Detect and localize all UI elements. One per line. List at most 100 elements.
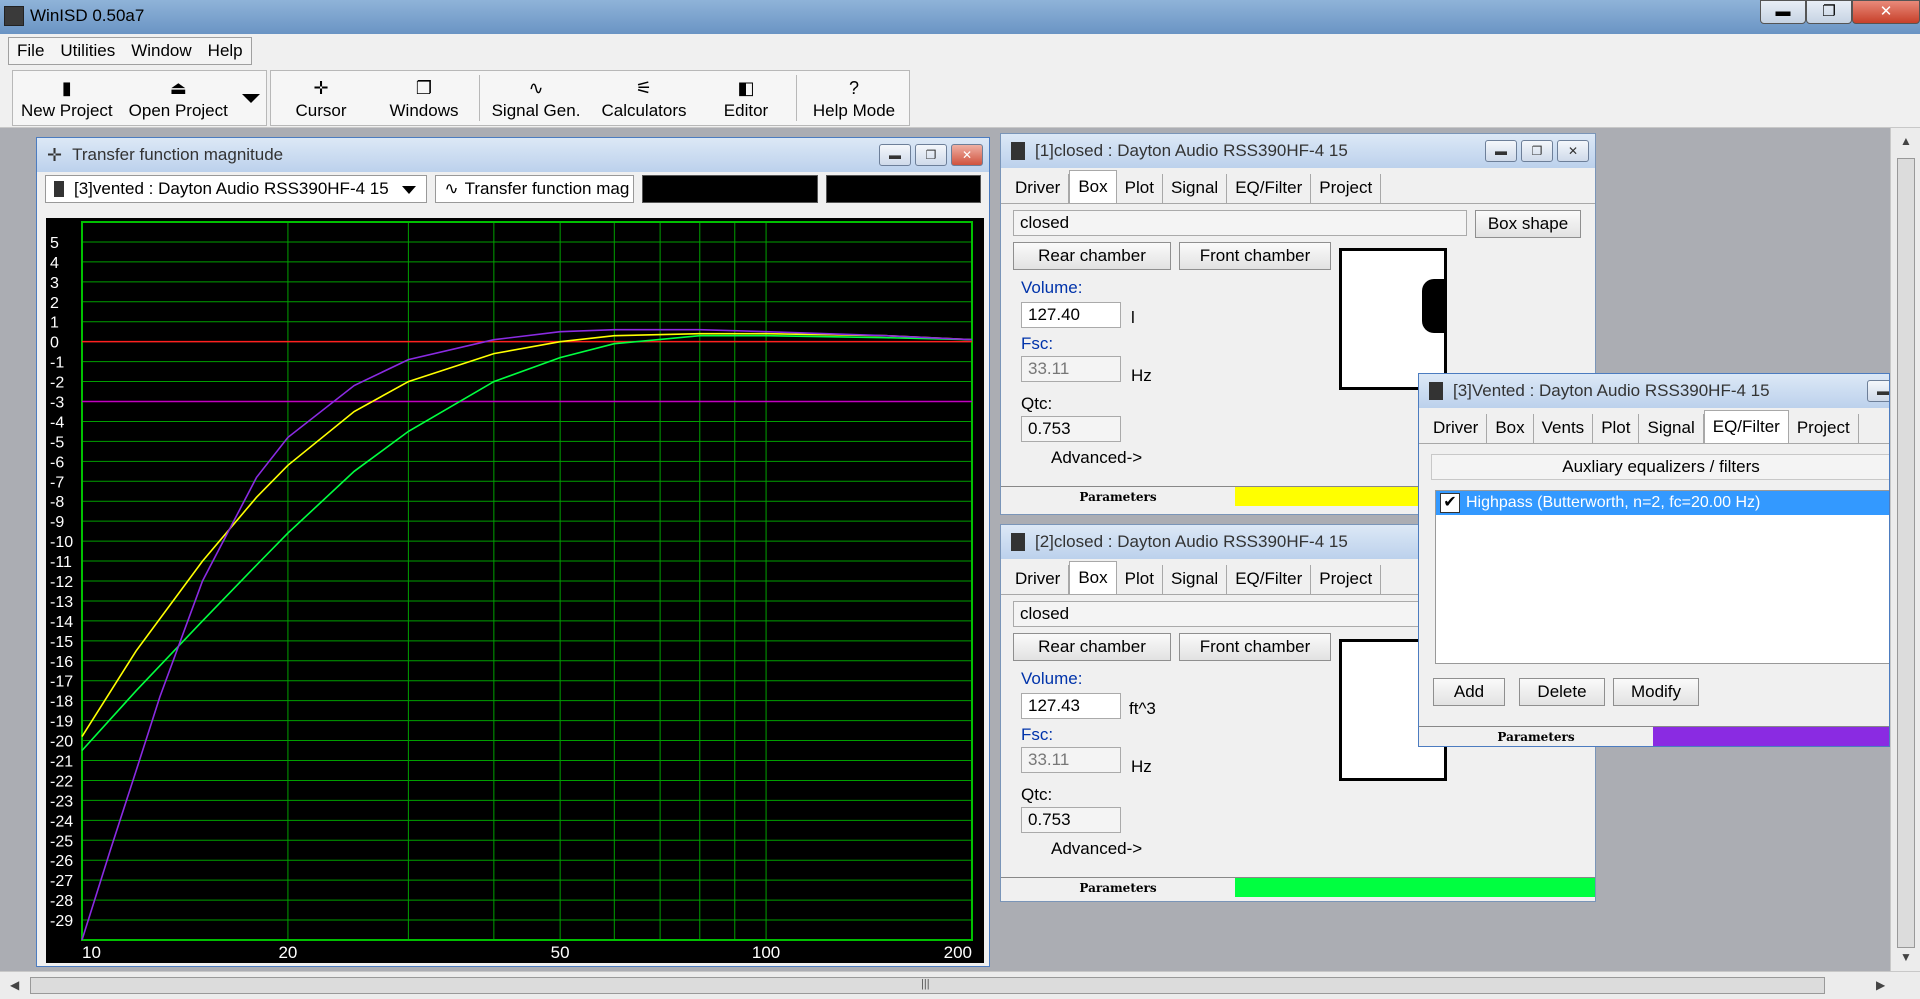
transfer-function-chart[interactable]: 543210-1-2-3-4-5-6-7-8-9-10-11-12-13-14-… bbox=[46, 218, 984, 963]
fsc-input[interactable]: 33.11 bbox=[1021, 747, 1121, 773]
tab-driver[interactable]: Driver bbox=[1007, 174, 1070, 203]
new-project-label: New Project bbox=[21, 101, 113, 120]
tab-signal[interactable]: Signal bbox=[1163, 174, 1228, 203]
y-tick-label: -11 bbox=[50, 554, 72, 571]
box-type-select[interactable]: closed bbox=[1013, 210, 1467, 236]
help-mode-button[interactable]: ? Help Mode bbox=[799, 71, 909, 125]
tab-signal[interactable]: Signal bbox=[1163, 565, 1228, 594]
graph-type-select[interactable]: ∿ Transfer function mag bbox=[435, 175, 635, 203]
project2-params-bar[interactable]: Parameters bbox=[1001, 877, 1595, 897]
tab-plot[interactable]: Plot bbox=[1593, 414, 1640, 443]
y-tick-label: -2 bbox=[50, 375, 64, 392]
volume-input[interactable]: 127.43 bbox=[1021, 693, 1121, 719]
calculators-button[interactable]: ⚟ Calculators bbox=[590, 71, 698, 125]
open-project-button[interactable]: ⏏ Open Project bbox=[121, 71, 236, 125]
tab-project[interactable]: Project bbox=[1789, 414, 1859, 443]
menu-file[interactable]: File bbox=[9, 38, 52, 64]
y-tick-label: -29 bbox=[50, 913, 73, 930]
volume-input[interactable]: 127.40 bbox=[1021, 302, 1121, 328]
editor-button[interactable]: ◧ Editor bbox=[698, 71, 794, 125]
box-shape-button[interactable]: Box shape bbox=[1475, 210, 1581, 238]
project1-minimize-button[interactable]: ▬ bbox=[1485, 140, 1517, 162]
project3-minimize-button[interactable]: ▬ bbox=[1867, 380, 1889, 402]
tab-eq-filter[interactable]: EQ/Filter bbox=[1227, 174, 1312, 203]
fsc-label: Fsc: bbox=[1021, 334, 1054, 353]
modify-button[interactable]: Modify bbox=[1613, 678, 1699, 706]
y-tick-label: 5 bbox=[50, 235, 59, 252]
y-tick-label: -25 bbox=[50, 833, 73, 850]
delete-button[interactable]: Delete bbox=[1519, 678, 1605, 706]
qtc-value: 0.753 bbox=[1021, 416, 1121, 442]
cursor-readout-1 bbox=[642, 175, 818, 203]
filter-list[interactable]: ✔ Highpass (Butterworth, n=2, fc=20.00 H… bbox=[1435, 490, 1889, 664]
graph-restore-button[interactable]: ❐ bbox=[915, 144, 947, 166]
graph-close-button[interactable]: ✕ bbox=[951, 144, 983, 166]
scroll-right-icon[interactable]: ▶ bbox=[1876, 978, 1885, 992]
vertical-scroll-thumb[interactable] bbox=[1897, 158, 1915, 948]
project1-close-button[interactable]: ✕ bbox=[1557, 140, 1589, 162]
new-project-icon: ▮ bbox=[61, 78, 72, 98]
new-project-button[interactable]: ▮ New Project bbox=[13, 71, 121, 125]
front-chamber-tab[interactable]: Front chamber bbox=[1179, 242, 1331, 270]
tab-eq-filter[interactable]: EQ/Filter bbox=[1227, 565, 1312, 594]
volume-label: Volume: bbox=[1021, 278, 1083, 297]
tab-box[interactable]: Box bbox=[1487, 414, 1534, 443]
tab-project[interactable]: Project bbox=[1311, 174, 1382, 203]
advanced-link[interactable]: Advanced-> bbox=[1051, 839, 1142, 859]
project-icon bbox=[54, 181, 64, 197]
cursor-button[interactable]: ✛ Cursor bbox=[271, 71, 371, 125]
graph-window-title: Transfer function magnitude bbox=[72, 145, 284, 164]
scroll-up-icon[interactable]: ▲ bbox=[1900, 134, 1912, 148]
menu-help[interactable]: Help bbox=[200, 38, 251, 64]
vertical-scrollbar[interactable]: ▲ ▼ bbox=[1890, 128, 1920, 971]
tab-box[interactable]: Box bbox=[1069, 170, 1117, 203]
tab-signal[interactable]: Signal bbox=[1639, 414, 1704, 443]
app-titlebar: WinISD 0.50a7 ▬ ❐ ✕ bbox=[0, 0, 1920, 34]
plot-area[interactable]: 5 4 3 2 1 0 -1 -2 -3 -4 -5 -6 -7 -8 -9 -10 -11 -12 -13 -14-… bbox=[46, 218, 984, 963]
tab-plot[interactable]: Plot bbox=[1117, 174, 1163, 203]
y-tick-label: -9 bbox=[50, 514, 64, 531]
front-chamber-tab[interactable]: Front chamber bbox=[1179, 633, 1331, 661]
menu-window[interactable]: Window bbox=[123, 38, 199, 64]
checkbox-icon[interactable]: ✔ bbox=[1440, 493, 1460, 513]
project1-restore-button[interactable]: ❐ bbox=[1521, 140, 1553, 162]
restore-button[interactable]: ❐ bbox=[1806, 0, 1852, 24]
fsc-input[interactable]: 33.11 bbox=[1021, 356, 1121, 382]
close-button[interactable]: ✕ bbox=[1852, 0, 1920, 24]
advanced-link[interactable]: Advanced-> bbox=[1051, 448, 1142, 468]
horizontal-scrollbar[interactable]: ◀ ||| ▶ bbox=[0, 971, 1920, 999]
project3-titlebar[interactable]: [3]Vented : Dayton Audio RSS390HF-4 15 ▬ bbox=[1419, 374, 1889, 408]
rear-chamber-tab[interactable]: Rear chamber bbox=[1013, 242, 1171, 270]
menu-utilities[interactable]: Utilities bbox=[52, 38, 123, 64]
horizontal-scroll-thumb[interactable]: ||| bbox=[30, 977, 1825, 994]
add-button[interactable]: Add bbox=[1433, 678, 1505, 706]
minimize-button[interactable]: ▬ bbox=[1760, 0, 1806, 24]
tab-project[interactable]: Project bbox=[1311, 565, 1382, 594]
tab-plot[interactable]: Plot bbox=[1117, 565, 1163, 594]
x-tick-label: 200 bbox=[944, 943, 972, 962]
project1-titlebar[interactable]: [1]closed : Dayton Audio RSS390HF-4 15 ▬… bbox=[1001, 134, 1595, 168]
list-item[interactable]: ✔ Highpass (Butterworth, n=2, fc=20.00 H… bbox=[1436, 491, 1889, 515]
y-tick-label: 1 bbox=[50, 315, 59, 332]
open-project-dropdown-icon[interactable] bbox=[241, 93, 260, 103]
signal-gen-button[interactable]: ∿ Signal Gen. bbox=[482, 71, 590, 125]
rear-chamber-tab[interactable]: Rear chamber bbox=[1013, 633, 1171, 661]
scroll-left-icon[interactable]: ◀ bbox=[10, 978, 19, 992]
windows-button[interactable]: ❐ Windows bbox=[371, 71, 477, 125]
cursor-icon: ✛ bbox=[313, 78, 329, 98]
tab-driver[interactable]: Driver bbox=[1007, 565, 1070, 594]
graph-selector-bar: [3]vented : Dayton Audio RSS390HF-4 15 ∿… bbox=[37, 172, 989, 206]
tab-eq-filter[interactable]: EQ/Filter bbox=[1703, 410, 1789, 443]
menu-bar: File Utilities Window Help bbox=[0, 34, 1920, 68]
graph-window-titlebar[interactable]: ✛ Transfer function magnitude ▬ ❐ ✕ bbox=[37, 138, 989, 172]
box-type-select[interactable]: closed bbox=[1013, 601, 1467, 627]
project3-params-bar[interactable]: Parameters bbox=[1419, 726, 1889, 746]
parameters-label: Parameters bbox=[1001, 487, 1235, 506]
y-tick-label: -15 bbox=[50, 634, 73, 651]
tab-driver[interactable]: Driver bbox=[1425, 414, 1488, 443]
graph-minimize-button[interactable]: ▬ bbox=[879, 144, 911, 166]
tab-box[interactable]: Box bbox=[1069, 561, 1117, 594]
scroll-down-icon[interactable]: ▼ bbox=[1900, 950, 1912, 964]
tab-vents[interactable]: Vents bbox=[1534, 414, 1594, 443]
project-select[interactable]: [3]vented : Dayton Audio RSS390HF-4 15 bbox=[45, 175, 428, 203]
